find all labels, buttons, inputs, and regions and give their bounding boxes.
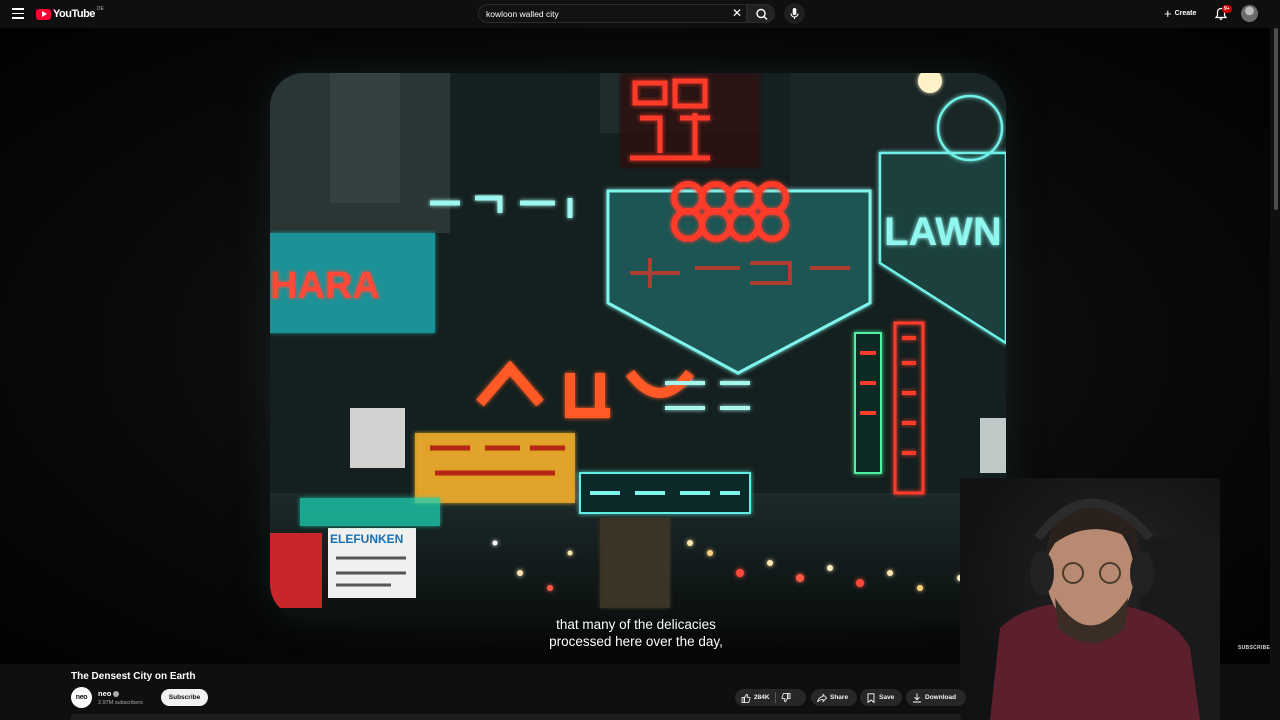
download-label: Download [925,694,957,701]
logo-region: DE [96,6,104,12]
plus-icon: + [1164,6,1172,21]
download-icon [913,693,921,702]
sign-telefunken-text: ELEFUNKEN [330,532,403,546]
channel-name-link[interactable]: neo [98,689,120,698]
channel-avatar[interactable]: neo [71,687,92,708]
webcam-overlay [960,478,1220,720]
logo-text: YouTube [53,8,95,20]
sign-hara-text: HARA [270,265,380,307]
like-dislike-group: 284K [735,689,806,706]
captions: that many of the delicacies processed he… [400,616,872,650]
thumbs-up-icon [741,693,751,703]
thumbs-down-icon[interactable] [781,692,791,703]
like-count: 284K [754,694,770,701]
subscriber-count: 2.97M subscribers [98,700,143,706]
scrollbar-thumb[interactable] [1274,28,1278,210]
search-box [478,4,747,23]
description-preview-edge[interactable] [71,714,961,720]
hara-neon-sign: HARA [270,233,435,333]
search-icon [756,8,768,20]
download-button[interactable]: Download [906,689,966,706]
neon-street-scene: HARA LAWN ELEFUNKEN [270,73,1006,618]
red-neon-sign-top [620,73,760,168]
top-bar: YouTube DE ✕ + Create 9+ [0,0,1280,28]
verified-badge-icon [113,691,120,698]
search-input[interactable] [486,8,726,20]
search-button[interactable] [747,4,775,23]
video-title: The Densest City on Earth [71,671,196,682]
white-sign-left [350,408,405,468]
like-divider [774,692,776,703]
streamer-silhouette [990,498,1220,720]
account-avatar[interactable] [1241,5,1258,22]
clear-search-icon[interactable]: ✕ [731,7,743,19]
bookmark-icon [867,692,875,703]
save-button[interactable]: Save [860,689,902,706]
share-label: Share [830,694,849,701]
caption-line-2: processed here over the day, [549,634,723,649]
page-scrollbar[interactable] [1272,28,1280,720]
create-button[interactable]: + Create [1158,5,1202,22]
subscribe-watermark[interactable]: SUBSCRIBE [1238,645,1270,651]
notification-badge: 9+ [1222,5,1232,13]
create-label: Create [1174,10,1197,17]
caption-line-1: that many of the delicacies [556,617,716,632]
menu-icon[interactable] [12,8,24,20]
save-label: Save [879,694,895,701]
microphone-icon [790,8,799,19]
share-button[interactable]: Share [811,689,857,706]
youtube-play-icon [36,8,51,20]
voice-search-button[interactable] [784,3,805,24]
subscribe-button[interactable]: Subscribe [161,689,208,706]
video-frame: HARA LAWN ELEFUNKEN [270,73,1006,618]
share-icon [817,693,827,702]
channel-name: neo [98,689,112,698]
youtube-logo[interactable]: YouTube DE [36,6,104,20]
sign-lawn-text: LAWN [884,210,1002,254]
like-button[interactable]: 284K [735,693,770,703]
